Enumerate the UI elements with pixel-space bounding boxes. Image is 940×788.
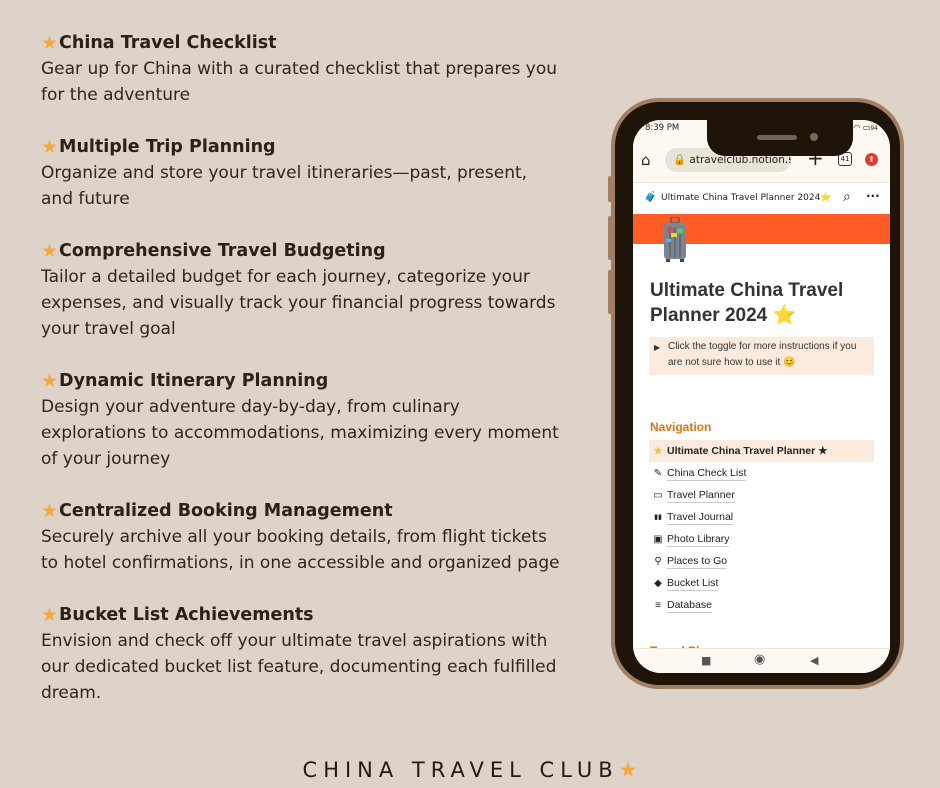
star-icon: ★ bbox=[41, 32, 59, 54]
luggage-icon: 🧳 bbox=[644, 192, 657, 203]
map-pin-icon: ⚲ bbox=[654, 555, 662, 567]
star-icon: ★ bbox=[41, 240, 59, 262]
phone-mockup: 8:39 PM ▂▃ ◠ ▭94 ⌂ 🔒 atravelclub.notion.… bbox=[608, 98, 904, 689]
lock-icon: 🔒 bbox=[673, 154, 687, 166]
nav-item-places[interactable]: ⚲ Places to Go bbox=[649, 550, 874, 572]
nav-item-label: Photo Library bbox=[667, 532, 730, 547]
status-time: 8:39 PM bbox=[645, 123, 680, 133]
feature-title: Centralized Booking Management bbox=[59, 501, 393, 521]
calendar-icon: ▭ bbox=[653, 489, 663, 501]
system-nav-bar: ■ ◉ ◀ bbox=[633, 648, 890, 673]
extension-icon[interactable]: ⬆ bbox=[865, 153, 878, 166]
nav-item-photo-library[interactable]: ▣ Photo Library bbox=[649, 528, 874, 550]
notion-page-breadcrumb[interactable]: Ultimate China Travel Planner 2024⭐ bbox=[661, 193, 832, 203]
toggle-arrow-icon[interactable]: ▶ bbox=[654, 340, 660, 356]
feature-list: ★ China Travel Checklist Gear up for Chin… bbox=[41, 30, 561, 732]
feature-desc: Organize and store your travel itinerari… bbox=[41, 163, 528, 209]
feature-title: China Travel Checklist bbox=[59, 33, 277, 53]
search-icon[interactable]: ⌕ bbox=[843, 189, 851, 205]
brand-footer: CHINA TRAVEL CLUB★ bbox=[0, 758, 940, 782]
callout-text: Click the toggle for more instructions i… bbox=[668, 341, 857, 368]
star-icon: ★ bbox=[41, 136, 59, 158]
nav-item-label: China Check List bbox=[667, 466, 747, 481]
phone-side-button bbox=[608, 176, 612, 202]
phone-screen: 8:39 PM ▂▃ ◠ ▭94 ⌂ 🔒 atravelclub.notion.… bbox=[633, 120, 890, 673]
feature-desc: Gear up for China with a curated checkli… bbox=[41, 59, 558, 105]
database-icon: ≡ bbox=[655, 599, 661, 611]
home-button[interactable]: ◉ bbox=[754, 652, 765, 667]
nav-item-label: Travel Planner bbox=[667, 488, 735, 503]
nav-item-label: Ultimate China Travel Planner ★ bbox=[667, 445, 828, 457]
star-icon: ★ bbox=[41, 370, 59, 392]
nav-item-label: Places to Go bbox=[667, 554, 728, 569]
page-title: Ultimate China Travel Planner 2024 ⭐ bbox=[650, 280, 844, 326]
nav-item-label: Bucket List bbox=[667, 576, 719, 591]
image-icon: ▣ bbox=[653, 533, 663, 545]
nav-item-ultimate-planner[interactable]: ★ Ultimate China Travel Planner ★ bbox=[649, 440, 874, 462]
feature-desc: Tailor a detailed budget for each journe… bbox=[41, 267, 556, 339]
feature-item: ★ Centralized Booking Management Securely… bbox=[41, 498, 561, 576]
feature-title: Dynamic Itinerary Planning bbox=[59, 371, 329, 391]
feature-desc: Envision and check off your ultimate tra… bbox=[41, 631, 557, 703]
nav-item-check-list[interactable]: ✎ China Check List bbox=[649, 462, 874, 484]
feature-item: ★ Multiple Trip Planning Organize and sto… bbox=[41, 134, 561, 212]
toggle-callout[interactable]: ▶ Click the toggle for more instructions… bbox=[649, 337, 874, 375]
nav-item-label: Travel Journal bbox=[667, 510, 734, 525]
star-icon: ★ bbox=[653, 445, 663, 457]
feature-desc: Design your adventure day-by-day, from c… bbox=[41, 397, 559, 469]
phone-notch bbox=[707, 120, 853, 156]
phone-side-button bbox=[608, 216, 612, 260]
star-icon: ★ bbox=[41, 500, 59, 522]
phone-bezel: 8:39 PM ▂▃ ◠ ▭94 ⌂ 🔒 atravelclub.notion.… bbox=[615, 102, 900, 685]
navigation-list: ★ Ultimate China Travel Planner ★ ✎ China … bbox=[649, 440, 874, 616]
nav-item-travel-journal[interactable]: ▮▮ Travel Journal bbox=[649, 506, 874, 528]
brand-name: CHINA TRAVEL CLUB bbox=[302, 758, 619, 782]
more-icon[interactable]: ··· bbox=[866, 189, 880, 203]
home-icon[interactable]: ⌂ bbox=[641, 151, 651, 169]
feature-title: Bucket List Achievements bbox=[59, 605, 314, 625]
notion-topbar: 🧳 Ultimate China Travel Planner 2024⭐ ⌕ … bbox=[633, 183, 890, 214]
recents-button[interactable]: ■ bbox=[701, 654, 711, 667]
star-icon: ★ bbox=[618, 758, 638, 782]
edit-checklist-icon: ✎ bbox=[653, 467, 663, 479]
feature-item: ★ Comprehensive Travel Budgeting Tailor a… bbox=[41, 238, 561, 342]
star-icon: ★ bbox=[41, 604, 59, 626]
nav-item-bucket-list[interactable]: ◆ Bucket List bbox=[649, 572, 874, 594]
feature-item: ★ Dynamic Itinerary Planning Design your … bbox=[41, 368, 561, 472]
book-icon: ▮▮ bbox=[654, 514, 662, 521]
back-button[interactable]: ◀ bbox=[810, 654, 818, 667]
nav-item-database[interactable]: ≡ Database bbox=[649, 594, 874, 616]
feature-title: Comprehensive Travel Budgeting bbox=[59, 241, 386, 261]
nav-item-label: Database bbox=[667, 598, 712, 613]
nav-item-travel-planner[interactable]: ▭ Travel Planner bbox=[649, 484, 874, 506]
navigation-heading: Navigation bbox=[650, 420, 712, 434]
phone-side-button bbox=[608, 270, 612, 314]
feature-title: Multiple Trip Planning bbox=[59, 137, 276, 157]
feature-item: ★ China Travel Checklist Gear up for Chin… bbox=[41, 30, 561, 108]
feature-desc: Securely archive all your booking detail… bbox=[41, 527, 560, 573]
tag-icon: ◆ bbox=[654, 577, 662, 589]
luggage-icon bbox=[664, 217, 686, 262]
feature-item: ★ Bucket List Achievements Envision and c… bbox=[41, 602, 561, 706]
